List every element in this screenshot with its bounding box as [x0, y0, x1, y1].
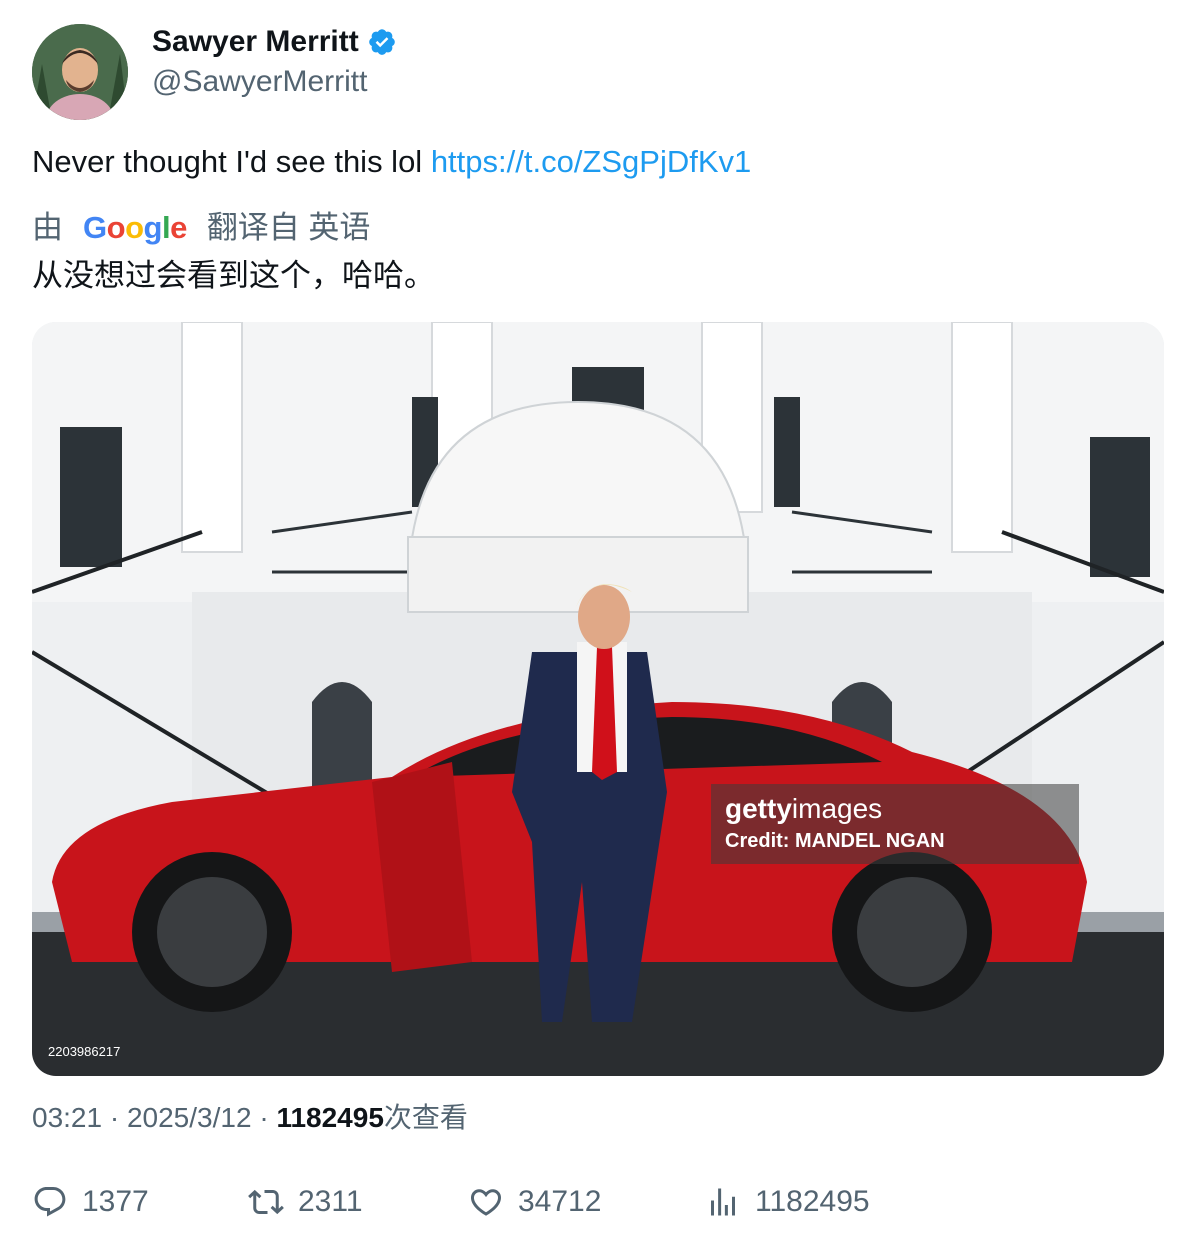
views-count: 1182495 — [276, 1102, 384, 1133]
retweet-icon — [248, 1189, 284, 1215]
author-name[interactable]: Sawyer Merritt — [152, 22, 397, 62]
action-bar: 1377 2311 34712 1182495 — [0, 1184, 1196, 1228]
heart-icon — [470, 1189, 502, 1216]
views-button[interactable]: 1182495 — [705, 1184, 870, 1220]
tweet-text: Never thought I'd see this lol https://t… — [32, 142, 751, 182]
tweet-date[interactable]: 2025/3/12 — [127, 1102, 252, 1133]
translation-prefix: 由 — [32, 210, 63, 245]
views-count-action: 1182495 — [755, 1185, 870, 1218]
like-button[interactable]: 34712 — [468, 1184, 601, 1220]
getty-logo: gettyimages — [725, 794, 1065, 824]
wm-logo-bold: getty — [725, 793, 792, 824]
author-name-text[interactable]: Sawyer Merritt — [152, 22, 359, 62]
photo-credit: Credit: MANDEL NGAN — [725, 830, 945, 852]
meta-separator: · — [251, 1102, 277, 1133]
translation-label[interactable]: 翻译自 英语 — [207, 208, 371, 248]
reply-icon — [34, 1187, 66, 1217]
tweet-time[interactable]: 03:21 — [32, 1102, 102, 1133]
wm-logo-thin: images — [791, 793, 883, 824]
reply-button[interactable]: 1377 — [32, 1184, 149, 1220]
like-count: 34712 — [518, 1185, 602, 1218]
google-logo: Google — [83, 210, 187, 245]
tweet-body: Never thought I'd see this lol — [32, 144, 431, 179]
views-label: 次查看 — [383, 1102, 468, 1133]
tweet-meta: 03:21 · 2025/3/12 · 1182495次查看 — [32, 1100, 468, 1136]
meta-separator: · — [102, 1102, 127, 1133]
getty-watermark: gettyimages Credit: MANDEL NGAN — [711, 784, 1079, 864]
translation-attribution: 由 Google 翻译自 英语 — [32, 208, 370, 248]
photo-id: 2203986217 — [48, 1044, 121, 1059]
author-handle[interactable]: @SawyerMerritt — [152, 64, 367, 100]
translated-text: 从没想过会看到这个，哈哈。 — [32, 258, 435, 293]
avatar[interactable] — [32, 24, 128, 120]
verified-badge-icon — [367, 27, 397, 57]
retweet-count: 2311 — [298, 1185, 363, 1218]
photo-illustration — [32, 322, 1164, 1076]
tweet-photo[interactable]: gettyimages Credit: MANDEL NGAN 22039862… — [32, 322, 1164, 1076]
retweet-button[interactable]: 2311 — [248, 1184, 363, 1220]
analytics-icon — [711, 1188, 735, 1216]
reply-count: 1377 — [82, 1185, 149, 1218]
tweet-link[interactable]: https://t.co/ZSgPjDfKv1 — [431, 144, 751, 179]
